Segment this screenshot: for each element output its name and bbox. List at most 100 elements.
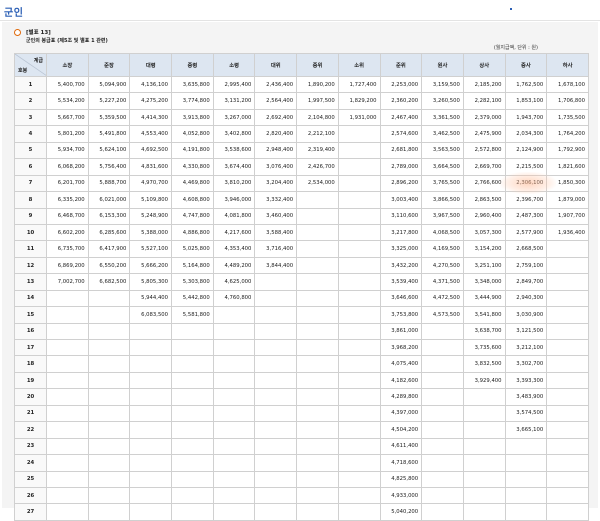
pay-cell: 3,913,800 <box>171 108 214 127</box>
table-header-row: 계급 호봉 소장 준장 대령 중령 소령 대위 중위 소위 준위 원사 상사 중사 하사 <box>14 53 589 77</box>
pay-cell: 3,774,800 <box>171 92 214 110</box>
pay-cell: 2,789,000 <box>379 158 423 176</box>
empty-cell <box>87 322 131 341</box>
pay-cell: 1,735,500 <box>546 108 589 127</box>
step-cell: 21 <box>14 404 47 423</box>
pay-cell: 2,534,000 <box>296 174 339 193</box>
step-cell: 20 <box>14 388 47 406</box>
pay-cell: 2,487,300 <box>504 207 548 225</box>
title-decoration <box>510 8 512 10</box>
table-row: 11 6,735,700 6,417,900 5,527,100 5,025,800 4,… <box>14 240 589 258</box>
empty-cell <box>254 338 298 357</box>
empty-cell <box>337 355 381 373</box>
pay-cell: 2,577,900 <box>504 223 548 242</box>
empty-cell <box>546 289 589 308</box>
empty-cell <box>87 306 131 324</box>
pay-cell: 4,970,700 <box>129 174 173 193</box>
pay-cell: 3,332,400 <box>254 191 298 209</box>
pay-cell: 6,083,500 <box>129 306 173 324</box>
pay-cell: 6,153,300 <box>87 207 131 225</box>
step-cell: 18 <box>14 355 47 373</box>
empty-cell <box>296 404 339 423</box>
pay-cell: 3,929,400 <box>462 371 506 390</box>
pay-cell: 2,212,100 <box>296 125 339 143</box>
empty-cell <box>129 421 173 439</box>
empty-cell <box>546 338 589 357</box>
empty-cell <box>129 454 173 472</box>
empty-cell <box>129 322 173 341</box>
rank-header: 준위 <box>379 53 423 77</box>
pay-cell: 1,850,300 <box>546 174 589 193</box>
empty-cell <box>337 141 381 160</box>
empty-cell <box>421 470 464 488</box>
step-cell: 26 <box>14 486 47 505</box>
empty-cell <box>171 355 214 373</box>
empty-cell <box>171 503 214 521</box>
empty-cell <box>129 388 173 406</box>
table-row: 21 4,397,000 3,574,500 <box>14 404 589 423</box>
empty-cell <box>87 454 131 472</box>
pay-cell: 3,159,500 <box>421 75 464 94</box>
rank-header: 소위 <box>337 53 381 77</box>
pay-cell: 3,057,300 <box>462 223 506 242</box>
pay-cell: 3,361,500 <box>421 108 464 127</box>
empty-cell <box>87 404 131 423</box>
empty-cell <box>212 470 256 488</box>
pay-cell: 4,611,400 <box>379 437 423 456</box>
pay-cell: 5,094,900 <box>87 75 131 94</box>
pay-cell: 4,081,800 <box>212 207 256 225</box>
empty-cell <box>546 503 589 521</box>
empty-cell <box>129 355 173 373</box>
pay-cell: 6,335,200 <box>46 191 89 209</box>
empty-cell <box>546 371 589 390</box>
empty-cell <box>337 322 381 341</box>
empty-cell <box>546 388 589 406</box>
pay-cell: 5,109,800 <box>129 191 173 209</box>
empty-cell <box>296 437 339 456</box>
empty-cell <box>129 404 173 423</box>
empty-cell <box>46 421 89 439</box>
step-cell: 5 <box>14 141 47 160</box>
step-cell: 10 <box>14 223 47 242</box>
pay-cell: 3,121,500 <box>504 322 548 341</box>
empty-cell <box>129 470 173 488</box>
pay-cell: 4,625,000 <box>212 273 256 291</box>
empty-cell <box>462 503 506 521</box>
pay-cell: 4,469,800 <box>171 174 214 193</box>
empty-cell <box>546 437 589 456</box>
empty-cell <box>46 371 89 390</box>
empty-cell <box>254 437 298 456</box>
empty-cell <box>296 371 339 390</box>
pay-cell: 3,267,000 <box>212 108 256 127</box>
rank-header: 중령 <box>171 53 214 77</box>
empty-cell <box>546 240 589 258</box>
empty-cell <box>337 125 381 143</box>
empty-cell <box>171 454 214 472</box>
table-row: 22 4,504,200 3,665,100 <box>14 421 589 439</box>
empty-cell <box>87 338 131 357</box>
pay-cell: 4,353,400 <box>212 240 256 258</box>
pay-cell: 5,666,200 <box>129 256 173 275</box>
table-row: 19 4,182,600 3,929,400 3,393,300 <box>14 371 589 390</box>
pay-cell: 2,564,400 <box>254 92 298 110</box>
rank-header: 원사 <box>421 53 464 77</box>
empty-cell <box>504 486 548 505</box>
pay-cell: 4,136,100 <box>129 75 173 94</box>
empty-cell <box>296 486 339 505</box>
table-row: 7 6,201,700 5,888,700 4,970,700 4,469,800 3,8… <box>14 174 589 193</box>
empty-cell <box>421 322 464 341</box>
pay-cell: 4,068,500 <box>421 223 464 242</box>
pay-cell: 6,068,200 <box>46 158 89 176</box>
pay-cell: 3,402,800 <box>212 125 256 143</box>
empty-cell <box>421 437 464 456</box>
step-cell: 8 <box>14 191 47 209</box>
pay-cell: 2,124,900 <box>504 141 548 160</box>
empty-cell <box>46 437 89 456</box>
empty-cell <box>129 338 173 357</box>
step-cell: 3 <box>14 108 47 127</box>
pay-cell: 1,829,200 <box>337 92 381 110</box>
empty-cell <box>254 289 298 308</box>
pay-cell: 1,943,700 <box>504 108 548 127</box>
pay-cell: 2,396,700 <box>504 191 548 209</box>
pay-cell: 5,025,800 <box>171 240 214 258</box>
